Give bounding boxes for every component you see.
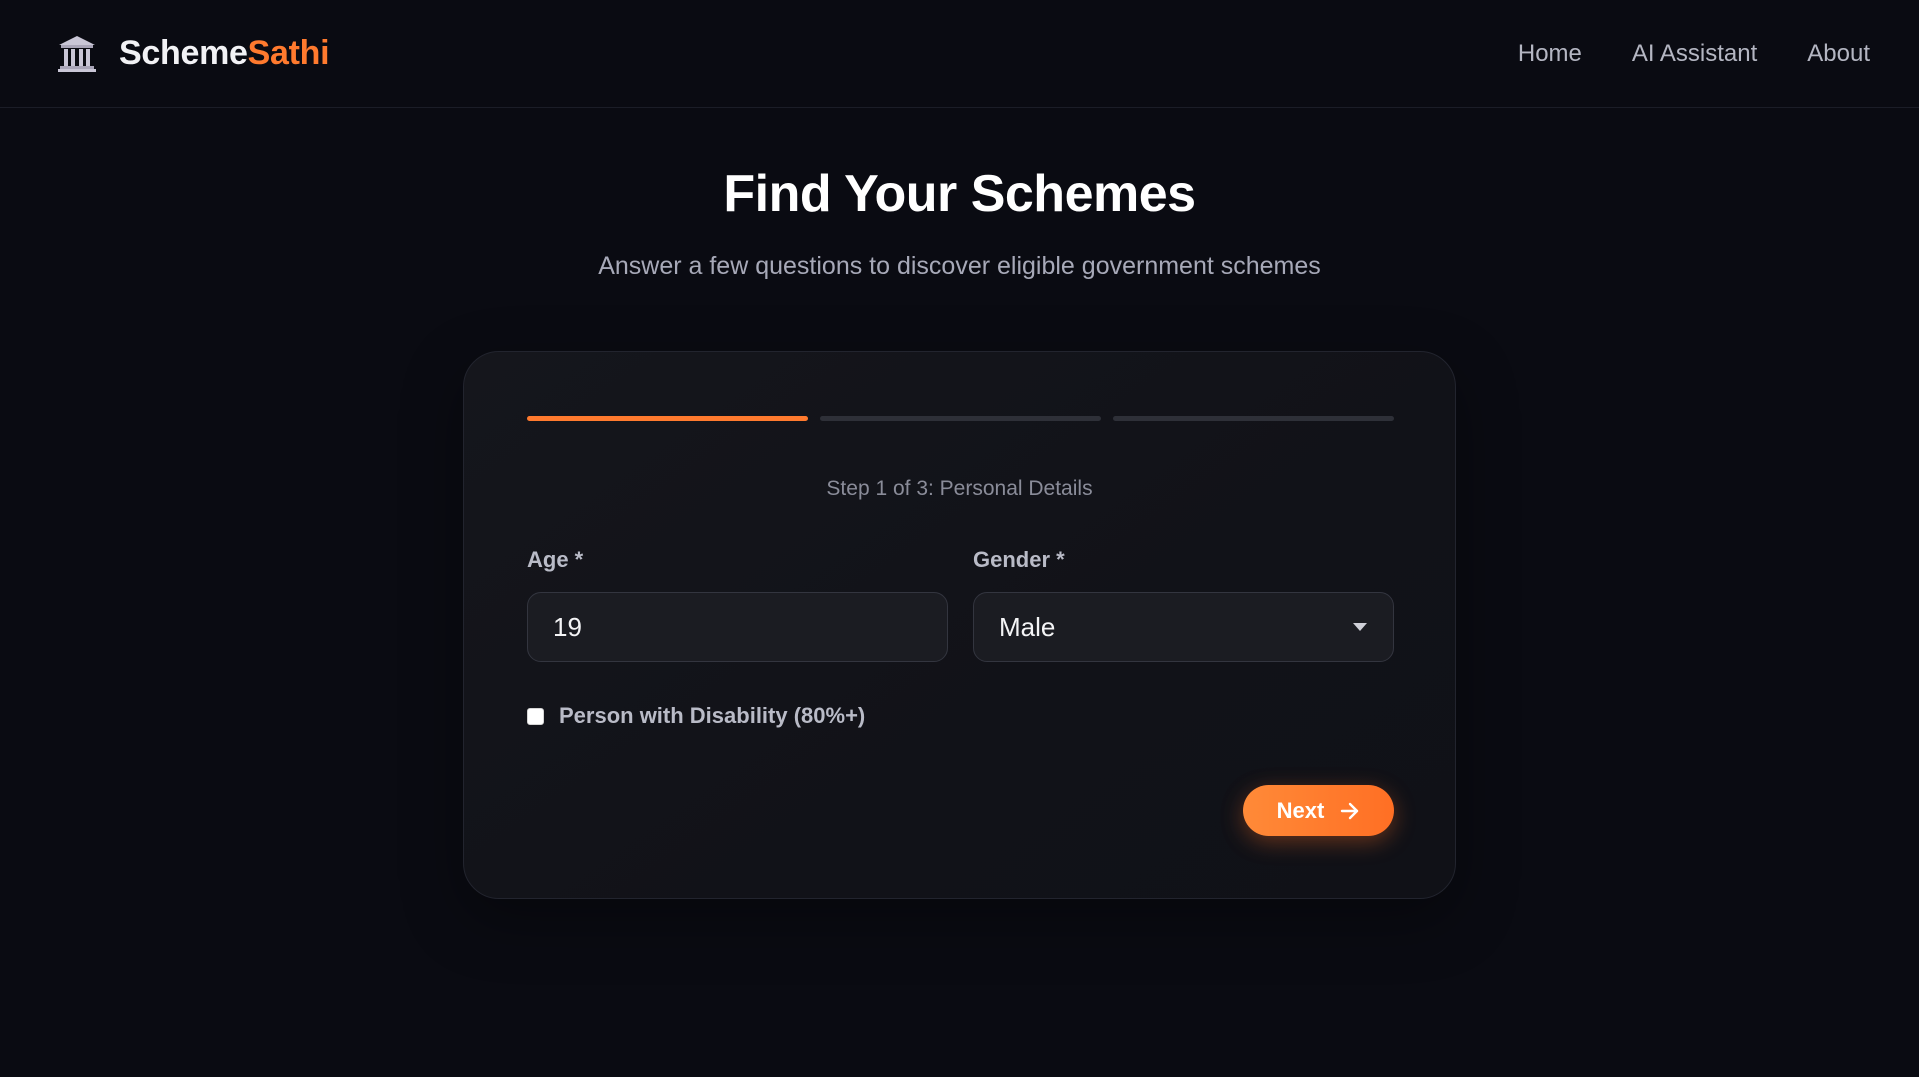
brand-logo[interactable]: SchemeSathi	[57, 34, 330, 74]
nav-links: Home AI Assistant About	[1518, 40, 1870, 68]
disability-checkbox-label[interactable]: Person with Disability (80%+)	[559, 703, 865, 729]
chevron-down-icon	[1353, 623, 1367, 631]
progress-step-1	[527, 416, 808, 421]
progress-step-3	[1113, 416, 1394, 421]
brand-name-primary: Scheme	[119, 34, 248, 72]
brand-name-accent: Sathi	[247, 34, 330, 72]
gender-select[interactable]: Male	[973, 592, 1394, 662]
disability-checkbox[interactable]	[527, 707, 544, 725]
navbar: SchemeSathi Home AI Assistant About	[0, 0, 1919, 108]
brand-name: SchemeSathi	[119, 34, 330, 73]
age-field[interactable]	[527, 592, 948, 662]
age-input[interactable]	[553, 611, 922, 643]
nav-link-about[interactable]: About	[1807, 40, 1870, 68]
progress-step-2	[820, 416, 1101, 421]
nav-link-ai-assistant[interactable]: AI Assistant	[1632, 40, 1757, 68]
age-label: Age *	[527, 547, 584, 572]
disability-checkbox-row[interactable]: Person with Disability (80%+)	[527, 703, 865, 729]
eligibility-form-card: Step 1 of 3: Personal Details Age * Gend…	[463, 351, 1456, 899]
nav-link-home[interactable]: Home	[1518, 40, 1582, 68]
step-progress-bar	[527, 416, 1394, 421]
government-building-icon	[58, 35, 96, 72]
arrow-right-icon	[1341, 802, 1359, 819]
next-button[interactable]: Next	[1243, 785, 1394, 836]
step-label: Step 1 of 3: Personal Details	[826, 477, 1093, 500]
page-subtitle: Answer a few questions to discover eligi…	[598, 252, 1321, 280]
next-button-label: Next	[1276, 797, 1325, 823]
gender-label: Gender *	[973, 547, 1065, 572]
page-title: Find Your Schemes	[723, 165, 1196, 223]
gender-selected-value: Male	[999, 611, 1056, 642]
